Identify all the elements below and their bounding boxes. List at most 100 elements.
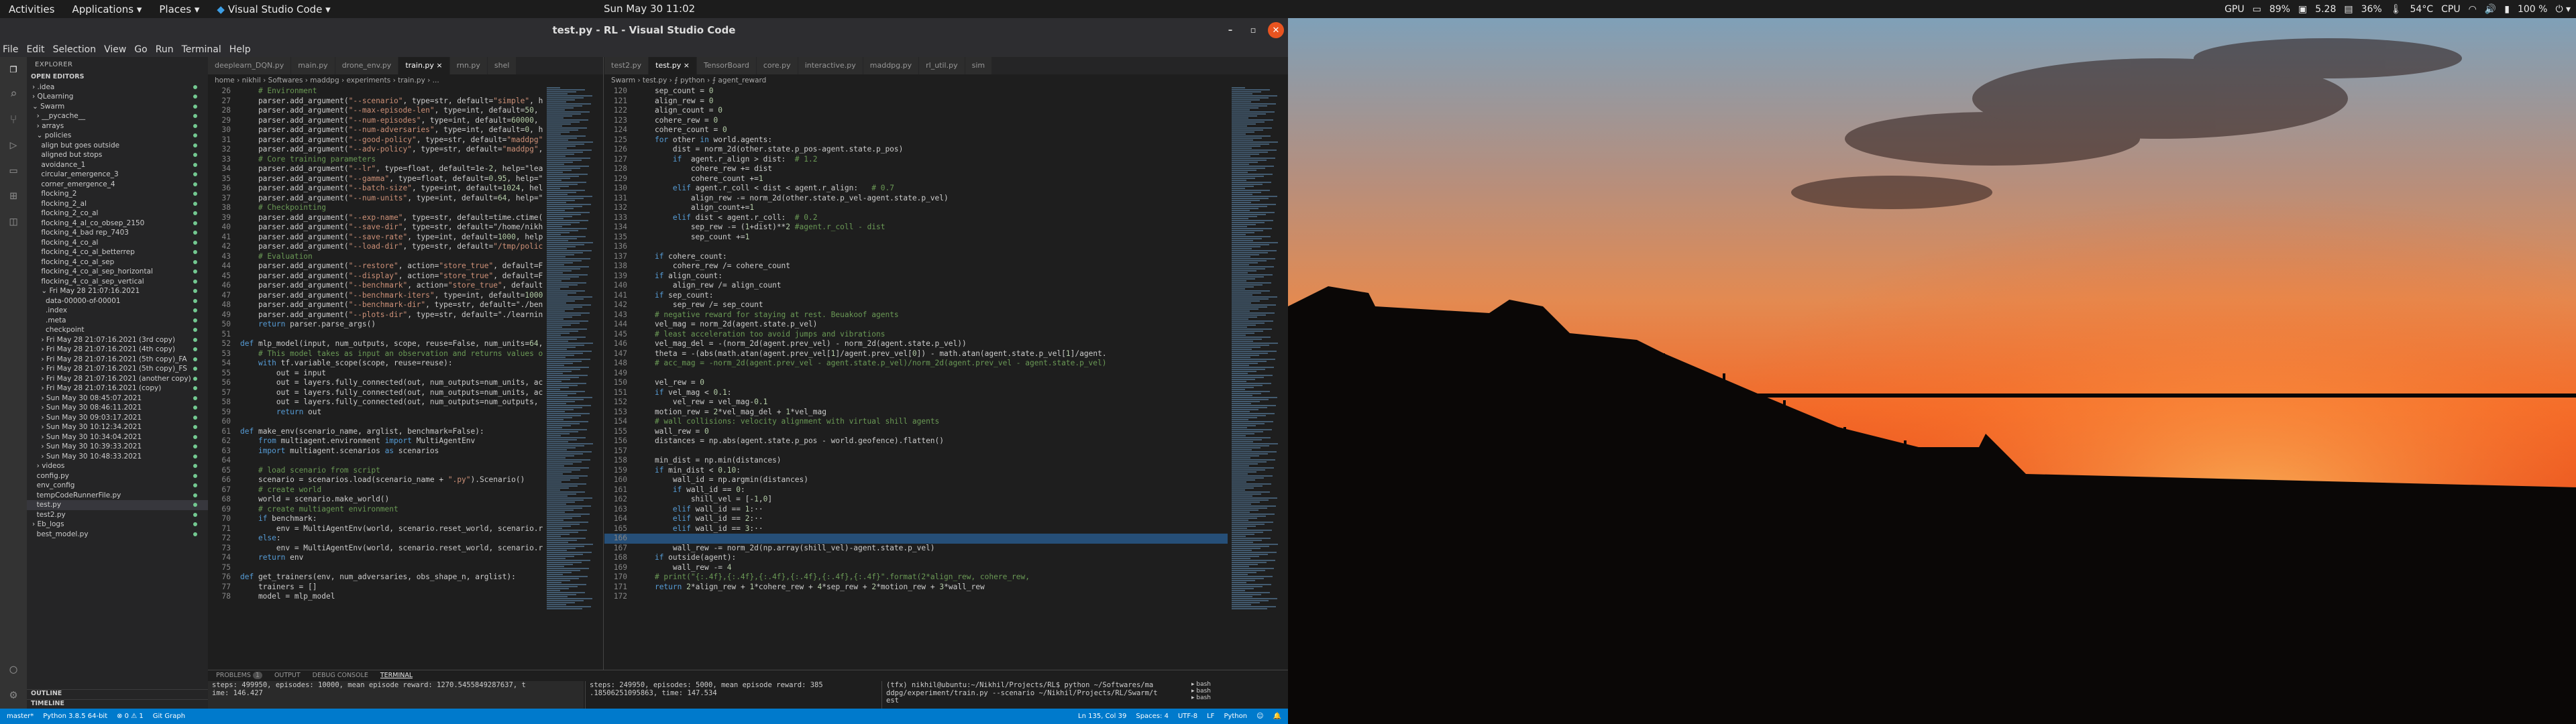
code-line[interactable]: 139 if align_count: (604, 272, 1228, 282)
code-line[interactable]: 48 parser.add_argument("--benchmark-dir"… (208, 300, 543, 310)
editor-tab[interactable]: rl_util.py (919, 57, 965, 74)
tree-item[interactable]: ⌄ policies (27, 131, 208, 141)
tree-item[interactable]: flocking_4_bad rep_7403 (27, 228, 208, 238)
tree-item[interactable]: › Sun May 30 08:46:11.2021 (27, 403, 208, 413)
menu-go[interactable]: Go (134, 44, 147, 55)
run-debug-icon[interactable]: ▷ (5, 137, 21, 154)
code-line[interactable]: 151 if vel_mag < 0.1: (604, 388, 1228, 398)
code-line[interactable]: 34 parser.add_argument("--lr", type=floa… (208, 164, 543, 174)
battery-icon[interactable]: ▮ (2504, 4, 2510, 15)
shell-item[interactable]: ▸ bash (1191, 695, 1211, 701)
tree-item[interactable]: › __pycache__ (27, 111, 208, 121)
code-line[interactable]: 71 env = MultiAgentEnv(world, scenario.r… (208, 524, 543, 534)
menu-file[interactable]: File (3, 44, 18, 55)
tree-item[interactable]: › Fri May 28 21:07:16.2021 (5th copy)_FS (27, 364, 208, 374)
tree-item[interactable]: best_model.py (27, 530, 208, 540)
tree-item[interactable]: flocking_4_al_co_obsep_2150 (27, 219, 208, 229)
code-line[interactable]: 164 elif wall_id == 2:·· (604, 514, 1228, 524)
tree-item[interactable]: › Sun May 30 10:34:04.2021 (27, 432, 208, 442)
code-line[interactable]: 58 out = layers.fully_connected(out, num… (208, 398, 543, 408)
code-line[interactable]: 57 out = layers.fully_connected(out, num… (208, 388, 543, 398)
code-line[interactable]: 38 # Checkpointing (208, 203, 543, 213)
code-line[interactable]: 157 (604, 446, 1228, 457)
right-minimap[interactable] (1232, 86, 1279, 670)
code-line[interactable]: 161 if wall_id == 0: (604, 485, 1228, 495)
app-indicator[interactable]: ◆ Visual Studio Code ▾ (208, 3, 339, 15)
activities-button[interactable]: Activities (0, 3, 63, 15)
applications-menu[interactable]: Applications ▾ (63, 3, 150, 15)
editor-tab[interactable]: test.py × (649, 57, 697, 74)
timeline-section[interactable]: TIMELINE (27, 699, 208, 709)
panel-tab-problems[interactable]: PROBLEMS 1 (216, 672, 262, 679)
tree-item[interactable]: › Sun May 30 10:39:33.2021 (27, 442, 208, 452)
code-line[interactable]: 155 wall_rew = 0 (604, 427, 1228, 437)
code-line[interactable]: 70 if benchmark: (208, 514, 543, 524)
code-line[interactable]: 167 wall_rew -= norm_2d(np.array(shill_v… (604, 544, 1228, 554)
code-line[interactable]: 31 parser.add_argument("--good-policy", … (208, 135, 543, 145)
editor-tab[interactable]: core.py (756, 57, 798, 74)
code-line[interactable]: 40 parser.add_argument("--save-dir", typ… (208, 223, 543, 233)
tree-item[interactable]: corner_emergence_4 (27, 180, 208, 190)
code-line[interactable]: 67 # create world (208, 485, 543, 495)
editor-tab[interactable]: TensorBoard (696, 57, 757, 74)
code-line[interactable]: 47 parser.add_argument("--benchmark-iter… (208, 291, 543, 301)
code-line[interactable]: 28 parser.add_argument("--max-episode-le… (208, 106, 543, 116)
right-code[interactable]: 120 sep_count = 0 121 align_rew = 0 122 al… (604, 86, 1228, 670)
code-line[interactable]: 140 align_rew /= align_count (604, 281, 1228, 291)
code-line[interactable]: 148 # acc_mag = -norm_2d(agent.prev_vel … (604, 359, 1228, 369)
code-line[interactable]: 45 parser.add_argument("--display", acti… (208, 272, 543, 282)
code-line[interactable]: 163 elif wall_id == 1:·· (604, 505, 1228, 515)
tree-item[interactable]: › arrays (27, 121, 208, 131)
code-line[interactable]: 152 vel_rew = vel_mag-0.1 (604, 398, 1228, 408)
code-line[interactable]: 64 (208, 456, 543, 466)
tree-item[interactable]: flocking_4_co_al_sep_vertical (27, 277, 208, 287)
code-line[interactable]: 51 (208, 330, 543, 340)
wifi-icon[interactable]: ◠ (2469, 4, 2477, 15)
menu-terminal[interactable]: Terminal (182, 44, 221, 55)
code-line[interactable]: 132 align_count+=1 (604, 203, 1228, 213)
code-line[interactable]: 126 dist = norm_2d(other.state.p_pos-age… (604, 145, 1228, 155)
tree-item[interactable]: flocking_2_al (27, 199, 208, 209)
tree-item[interactable]: .index (27, 306, 208, 316)
tree-item[interactable]: align but goes outside (27, 141, 208, 151)
tree-item[interactable]: env_config (27, 481, 208, 491)
line-ending[interactable]: LF (1207, 713, 1214, 720)
code-line[interactable]: 154 # wall collisions: velocity alignmen… (604, 417, 1228, 427)
left-minimap[interactable] (547, 86, 594, 670)
code-line[interactable]: 123 cohere_rew = 0 (604, 116, 1228, 126)
code-line[interactable]: 50 return parser.parse_args() (208, 320, 543, 330)
code-line[interactable]: 134 sep_rew -= (1+dist)**2 #agent.r_coll… (604, 223, 1228, 233)
code-line[interactable]: 165 elif wall_id == 3:·· (604, 524, 1228, 534)
right-breadcrumb[interactable]: Swarm › test.py › ⨍ python › ⨍ agent_rew… (604, 74, 1288, 86)
panel-tab-terminal[interactable]: TERMINAL (380, 672, 413, 679)
code-line[interactable]: 77 trainers = [] (208, 583, 543, 593)
tree-item[interactable]: data-00000-of-00001 (27, 296, 208, 306)
menu-selection[interactable]: Selection (53, 44, 97, 55)
shell-item[interactable]: ▸ bash (1191, 681, 1211, 688)
tree-item[interactable]: avoidance_1 (27, 160, 208, 170)
clock[interactable]: Sun May 30 11:02 (604, 3, 695, 15)
search-icon[interactable]: ⌕ (5, 86, 21, 103)
code-line[interactable]: 33 # Core training parameters (208, 155, 543, 165)
code-line[interactable]: 125 for other in world.agents: (604, 135, 1228, 145)
code-line[interactable]: 46 parser.add_argument("--benchmark", ac… (208, 281, 543, 291)
code-line[interactable]: 78 model = mlp_model (208, 592, 543, 602)
code-line[interactable]: 141 if sep_count: (604, 291, 1228, 301)
tree-item[interactable]: › Fri May 28 21:07:16.2021 (copy) (27, 383, 208, 394)
volume-icon[interactable]: 🔊 (2485, 4, 2496, 15)
tree-item[interactable]: › Eb_logs (27, 520, 208, 530)
tree-item[interactable]: circular_emergence_3 (27, 170, 208, 180)
code-line[interactable]: 156 distances = np.abs(agent.state.p_pos… (604, 436, 1228, 446)
code-line[interactable]: 169 wall_rew -= 4 (604, 563, 1228, 573)
tree-item[interactable]: checkpoint (27, 325, 208, 335)
gpu-indicator[interactable]: GPU (2224, 4, 2245, 15)
code-line[interactable]: 127 if agent.r_align > dist: # 1.2 (604, 155, 1228, 165)
code-line[interactable]: 133 elif dist < agent.r_coll: # 0.2 (604, 213, 1228, 223)
code-line[interactable]: 172 (604, 592, 1228, 602)
code-line[interactable]: 171 return 2*align_rew + 1*cohere_rew + … (604, 583, 1228, 593)
editor-tab[interactable]: shel (487, 57, 517, 74)
code-line[interactable]: 147 theta = -(abs(math.atan(agent.prev_v… (604, 349, 1228, 359)
code-line[interactable]: 49 parser.add_argument("--plots-dir", ty… (208, 310, 543, 320)
code-line[interactable]: 162 shill_vel = [-1,0] (604, 495, 1228, 505)
code-line[interactable]: 122 align_count = 0 (604, 106, 1228, 116)
